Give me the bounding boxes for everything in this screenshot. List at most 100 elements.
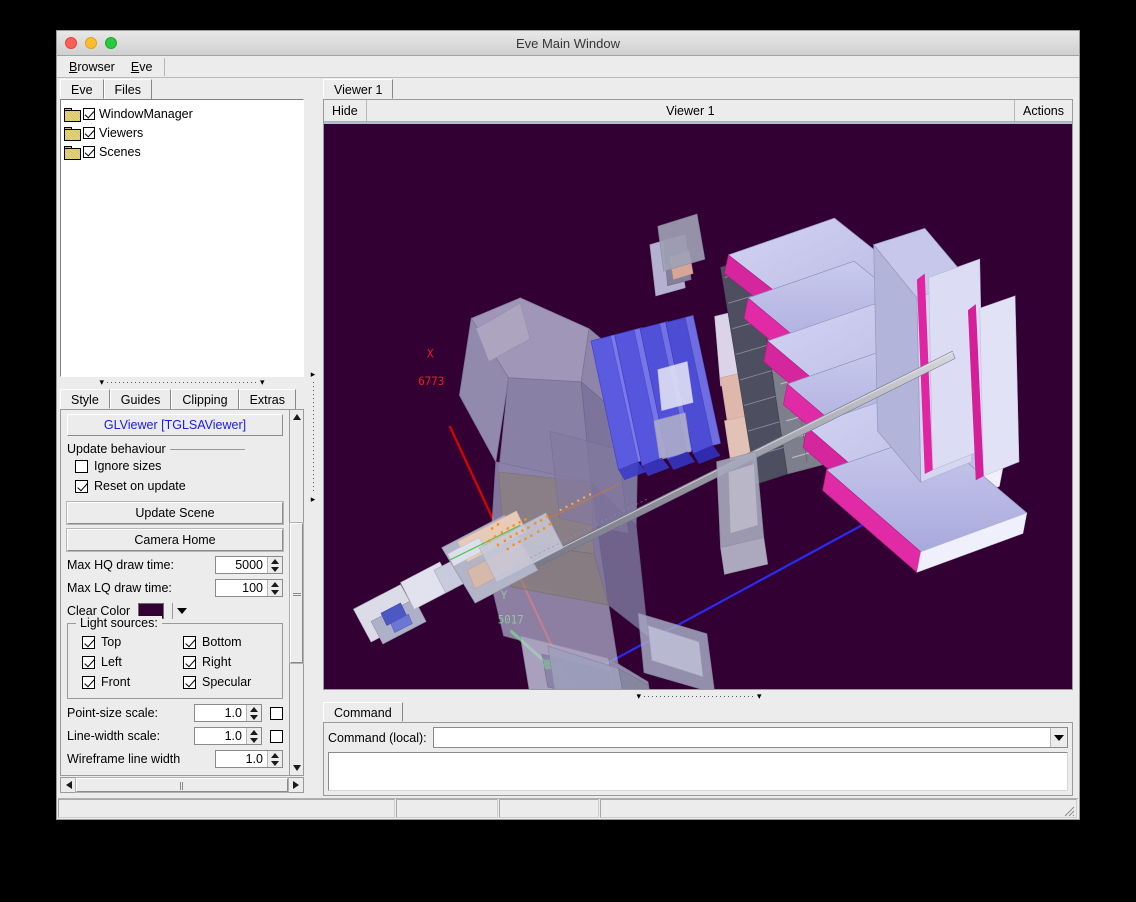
scroll-down-button[interactable] [290,761,303,775]
actions-button[interactable]: Actions [1015,100,1072,121]
stepper-down-icon[interactable] [271,567,279,572]
light-bottom-checkbox[interactable] [183,636,196,649]
tab-eve[interactable]: Eve [60,79,104,99]
menu-browser[interactable]: Browser [61,58,123,76]
max-hq-draw-time-value[interactable]: 5000 [216,557,268,573]
checkbox-row-light-bottom[interactable]: Bottom [175,632,276,652]
line-width-scale-value[interactable]: 1.0 [195,728,247,744]
checkbox-row-light-top[interactable]: Top [74,632,175,652]
point-size-scale-label: Point-size scale: [67,706,158,720]
tab-style[interactable]: Style [60,389,110,409]
line-width-scale-checkbox[interactable] [270,730,283,743]
menu-eve[interactable]: Eve [123,58,161,76]
close-button[interactable] [65,37,77,49]
hscrollbar-thumb[interactable] [76,778,288,792]
main-vertical-splitter[interactable]: ▸ ▸ [307,78,319,796]
tree-item-viewers[interactable]: Viewers [64,123,300,142]
tab-extras[interactable]: Extras [239,389,296,409]
tab-files[interactable]: Files [104,79,152,99]
stepper-arrows[interactable] [247,705,261,721]
command-splitter[interactable]: ▾ ▾ [319,690,1079,702]
tree-item-scenes[interactable]: Scenes [64,142,300,161]
checkbox-row-light-front[interactable]: Front [74,672,175,692]
stepper-arrows[interactable] [247,728,261,744]
light-front-checkbox[interactable] [82,676,95,689]
ignore-sizes-checkbox[interactable] [75,460,88,473]
hscrollbar-track[interactable] [76,778,288,792]
gl-scene-render[interactable]: 19800 Z 6773 X 5017 [324,124,1072,689]
checkbox-row-light-specular[interactable]: Specular [175,672,276,692]
chevron-down-icon[interactable] [177,608,187,614]
tree-item-checkbox[interactable] [83,108,95,120]
reset-on-update-checkbox[interactable] [75,480,88,493]
update-scene-button[interactable]: Update Scene [67,502,283,524]
resize-grip-icon[interactable] [1062,804,1075,817]
command-output[interactable] [328,752,1068,791]
minimize-button[interactable] [85,37,97,49]
stepper-down-icon[interactable] [271,590,279,595]
scrollbar-track[interactable] [290,663,303,762]
style-panel-horizontal-scrollbar[interactable] [60,777,304,793]
checkbox-row-light-left[interactable]: Left [74,652,175,672]
scroll-right-button[interactable] [288,778,303,792]
stepper-up-icon[interactable] [271,582,279,587]
tree-item-windowmanager[interactable]: WindowManager [64,104,300,123]
left-panel-horizontal-splitter[interactable]: ▾ ▾ [57,377,307,388]
stepper-up-icon[interactable] [250,730,258,735]
point-size-scale-value[interactable]: 1.0 [195,705,247,721]
scrollbar-thumb[interactable] [290,523,303,663]
max-lq-draw-time-value[interactable]: 100 [216,580,268,596]
stepper-down-icon[interactable] [250,715,258,720]
style-content-wrapper: GLViewer [TGLSAViewer] Update behaviour … [60,409,304,776]
tab-guides[interactable]: Guides [110,389,172,409]
command-input[interactable] [434,728,1050,747]
maximize-button[interactable] [105,37,117,49]
stepper-up-icon[interactable] [271,753,279,758]
light-top-checkbox[interactable] [82,636,95,649]
checkbox-row-ignore-sizes[interactable]: Ignore sizes [67,456,283,476]
stepper-down-icon[interactable] [271,761,279,766]
stepper-up-icon[interactable] [250,707,258,712]
command-dropdown-button[interactable] [1050,728,1067,747]
light-right-checkbox[interactable] [183,656,196,669]
stepper-up-icon[interactable] [271,559,279,564]
eve-object-tree[interactable]: WindowManager Viewers Scenes [60,99,304,377]
gl-viewport[interactable]: 19800 Z 6773 X 5017 [324,122,1072,689]
tab-viewer-1[interactable]: Viewer 1 [323,79,393,99]
tree-item-checkbox[interactable] [83,146,95,158]
menu-bar: Browser Eve [57,56,1079,78]
scroll-up-button[interactable] [290,410,303,424]
checkbox-row-light-right[interactable]: Right [175,652,276,672]
checkbox-row-reset-on-update[interactable]: Reset on update [67,476,283,496]
tree-item-checkbox[interactable] [83,127,95,139]
line-width-scale-stepper[interactable]: 1.0 [194,727,262,745]
tab-clipping[interactable]: Clipping [171,389,238,409]
wireframe-line-width-value[interactable]: 1.0 [216,751,268,767]
camera-home-button[interactable]: Camera Home [67,529,283,551]
command-combobox[interactable] [433,727,1068,748]
max-hq-draw-time-stepper[interactable]: 5000 [215,556,283,574]
max-lq-draw-time-stepper[interactable]: 100 [215,579,283,597]
scroll-left-button[interactable] [61,778,76,792]
tab-command[interactable]: Command [323,702,403,722]
light-left-checkbox[interactable] [82,656,95,669]
command-input-label: Command (local): [328,731,427,745]
point-size-scale-checkbox[interactable] [270,707,283,720]
style-panel-scrollbar[interactable] [289,409,304,776]
light-specular-checkbox[interactable] [183,676,196,689]
scrollbar-track[interactable] [290,424,303,523]
right-panel: Viewer 1 Hide Viewer 1 Actions [319,78,1079,796]
wireframe-line-width-stepper[interactable]: 1.0 [215,750,283,768]
axis-x-label: X [427,347,434,360]
stepper-arrows[interactable] [268,751,282,767]
point-size-scale-row: Point-size scale: 1.0 [67,704,283,722]
clear-color-dropdown[interactable] [172,603,187,619]
stepper-arrows[interactable] [268,557,282,573]
status-pane-0 [58,799,395,818]
stepper-down-icon[interactable] [250,738,258,743]
point-size-scale-stepper[interactable]: 1.0 [194,704,262,722]
hide-button[interactable]: Hide [324,100,366,121]
stepper-arrows[interactable] [268,580,282,596]
window-titlebar: Eve Main Window [57,31,1079,56]
max-lq-draw-time-label: Max LQ draw time: [67,581,172,595]
